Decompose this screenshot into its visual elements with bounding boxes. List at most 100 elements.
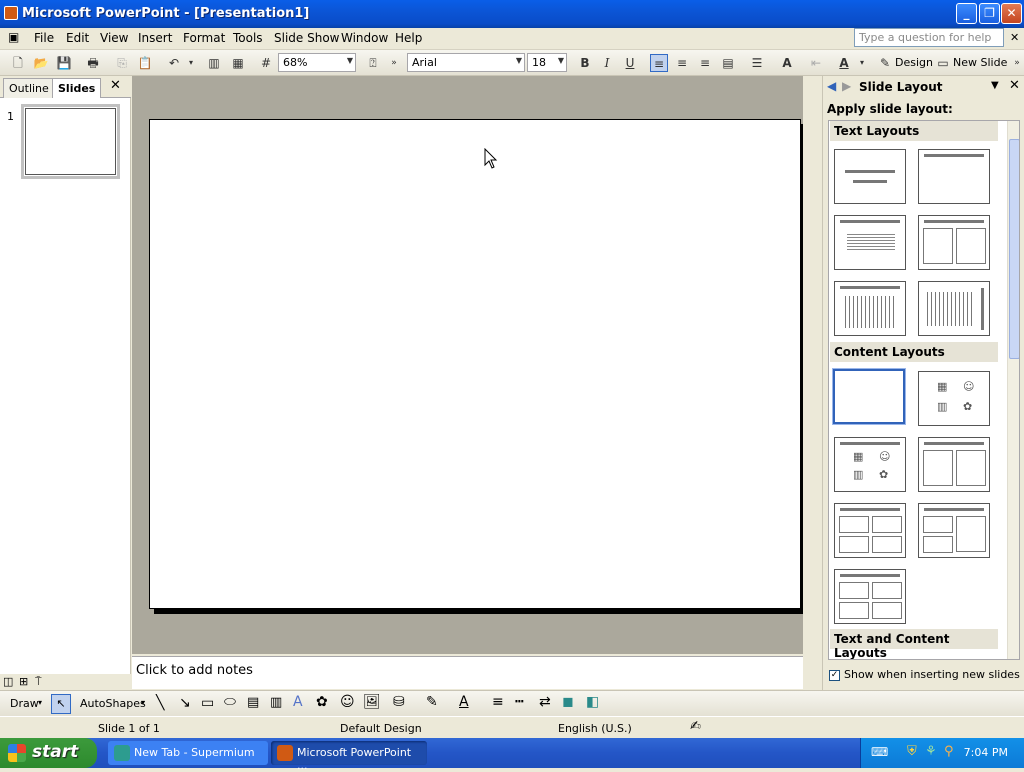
- line-icon[interactable]: ╲: [156, 695, 164, 711]
- close-pane-icon[interactable]: ✕: [110, 78, 121, 93]
- shield-icon[interactable]: ⛨: [907, 744, 917, 759]
- align-right-button[interactable]: ≡: [696, 54, 714, 72]
- new-icon[interactable]: 🗋: [9, 54, 27, 72]
- close-button[interactable]: ✕: [1001, 3, 1022, 24]
- font-size-combo[interactable]: 18 ▼: [527, 53, 567, 72]
- textbox-icon[interactable]: ▤: [247, 695, 259, 710]
- font-color-dropdown-icon[interactable]: ▾: [853, 54, 871, 72]
- search-icon[interactable]: ⚲: [944, 744, 954, 759]
- back-icon[interactable]: ◀: [827, 79, 836, 93]
- sorter-view-icon[interactable]: ⊞: [19, 675, 28, 688]
- network-icon[interactable]: ⚘: [925, 744, 937, 759]
- slideshow-view-icon[interactable]: ⍑: [35, 675, 42, 689]
- chart-icon[interactable]: ▥: [205, 54, 223, 72]
- layout-vertical-title-text[interactable]: [918, 281, 990, 336]
- clipart-icon[interactable]: ☺: [340, 694, 355, 710]
- scroll-thumb[interactable]: [1009, 139, 1019, 359]
- help-icon[interactable]: ⍰: [364, 54, 382, 72]
- minimize-button[interactable]: _: [956, 3, 977, 24]
- task-supermium[interactable]: New Tab - Supermium: [108, 741, 268, 765]
- decrease-indent-icon[interactable]: ⇤: [807, 54, 825, 72]
- new-slide-button[interactable]: New Slide: [953, 56, 1007, 69]
- 3d-icon[interactable]: ◧: [586, 694, 599, 710]
- tab-outline[interactable]: Outline: [3, 78, 55, 98]
- ask-question-input[interactable]: Type a question for help: [854, 28, 1004, 47]
- design-icon[interactable]: ✎: [876, 54, 894, 72]
- keyboard-icon[interactable]: ⌨: [871, 745, 888, 759]
- underline-button[interactable]: U: [621, 54, 639, 72]
- layout-title-content[interactable]: ▦ ☺ ▥ ✿: [834, 437, 906, 492]
- print-icon[interactable]: 🖶: [84, 54, 102, 72]
- font-color-icon[interactable]: A: [459, 694, 469, 710]
- notes-scrollbar[interactable]: [803, 656, 818, 689]
- draw-menu-button[interactable]: Draw: [10, 697, 39, 710]
- slide-canvas[interactable]: [149, 119, 801, 609]
- columns-icon[interactable]: ▤: [719, 54, 737, 72]
- task-pane-scrollbar[interactable]: [1007, 121, 1019, 659]
- arrow-icon[interactable]: ↘: [179, 695, 191, 711]
- wordart-icon[interactable]: A: [293, 694, 303, 710]
- layout-title-four-content[interactable]: [834, 503, 906, 558]
- rectangle-icon[interactable]: ▭: [201, 695, 214, 711]
- toolbar-options-icon[interactable]: »: [385, 54, 403, 72]
- document-icon[interactable]: ▣: [8, 30, 19, 44]
- layout-content[interactable]: ▦ ☺ ▥ ✿: [918, 371, 990, 426]
- oval-icon[interactable]: ⬭: [224, 694, 236, 710]
- forward-icon[interactable]: ▶: [842, 79, 851, 93]
- layout-title-text[interactable]: [834, 215, 906, 270]
- layout-two-columns[interactable]: [918, 215, 990, 270]
- dash-style-icon[interactable]: ┅: [515, 694, 523, 710]
- powerpoint-app-icon[interactable]: [4, 6, 18, 20]
- menu-window[interactable]: Window: [341, 31, 388, 45]
- layout-blank[interactable]: [833, 369, 905, 424]
- menu-edit[interactable]: Edit: [66, 31, 89, 45]
- bullets-icon[interactable]: ☰: [748, 54, 766, 72]
- layout-vertical-text[interactable]: [834, 281, 906, 336]
- arrow-style-icon[interactable]: ⇄: [539, 694, 551, 710]
- toolbar-options-icon[interactable]: »: [1008, 54, 1024, 72]
- slide-thumbnail[interactable]: [21, 104, 120, 179]
- chevron-down-icon[interactable]: ▼: [991, 80, 999, 91]
- tab-slides[interactable]: Slides: [52, 78, 102, 98]
- menu-tools[interactable]: Tools: [233, 31, 263, 45]
- select-pointer-icon[interactable]: ↖: [51, 694, 71, 714]
- save-icon[interactable]: 💾: [55, 54, 73, 72]
- notes-pane[interactable]: Click to add notes: [132, 656, 803, 689]
- task-powerpoint[interactable]: Microsoft PowerPoint ...: [271, 741, 427, 772]
- undo-icon[interactable]: ↶: [165, 54, 183, 72]
- zoom-combo[interactable]: 68% ▼: [278, 53, 356, 72]
- layout-title-content-two-content[interactable]: [918, 503, 990, 558]
- increase-font-icon[interactable]: A: [778, 54, 796, 72]
- italic-button[interactable]: I: [598, 54, 616, 72]
- menu-help[interactable]: Help: [395, 31, 422, 45]
- vertical-textbox-icon[interactable]: ▥: [270, 695, 282, 710]
- fill-color-icon[interactable]: ⛁: [393, 694, 405, 710]
- checkmark-icon[interactable]: ✓: [829, 669, 840, 681]
- open-icon[interactable]: 📂: [32, 54, 50, 72]
- layout-title-only[interactable]: [918, 149, 990, 204]
- grid-icon[interactable]: #: [257, 54, 275, 72]
- menu-format[interactable]: Format: [183, 31, 225, 45]
- new-slide-icon[interactable]: ▭: [934, 54, 952, 72]
- copy-icon[interactable]: ⎘: [113, 54, 131, 72]
- line-color-icon[interactable]: ✎: [426, 694, 438, 710]
- table-icon[interactable]: ▦: [229, 54, 247, 72]
- line-style-icon[interactable]: ≡: [492, 694, 504, 710]
- close-icon[interactable]: ✕: [1009, 78, 1020, 93]
- align-center-button[interactable]: ≡: [673, 54, 691, 72]
- start-button[interactable]: start: [0, 738, 97, 768]
- diagram-icon[interactable]: ✿: [316, 694, 328, 710]
- undo-dropdown-icon[interactable]: ▾: [182, 54, 200, 72]
- design-button[interactable]: Design: [895, 56, 933, 69]
- autoshapes-button[interactable]: AutoShapes: [80, 697, 146, 710]
- picture-icon[interactable]: 🖼: [363, 694, 381, 710]
- show-layout-checkbox[interactable]: ✓ Show when inserting new slides: [829, 668, 1020, 681]
- bold-button[interactable]: B: [576, 54, 594, 72]
- menu-insert[interactable]: Insert: [138, 31, 172, 45]
- chevron-down-icon[interactable]: ▾: [38, 698, 42, 707]
- chevron-down-icon[interactable]: ▾: [141, 698, 145, 707]
- work-area-scrollbar[interactable]: [803, 76, 818, 654]
- paste-icon[interactable]: 📋: [136, 54, 154, 72]
- restore-button[interactable]: ❐: [979, 3, 1000, 24]
- layout-four-content[interactable]: [834, 569, 906, 624]
